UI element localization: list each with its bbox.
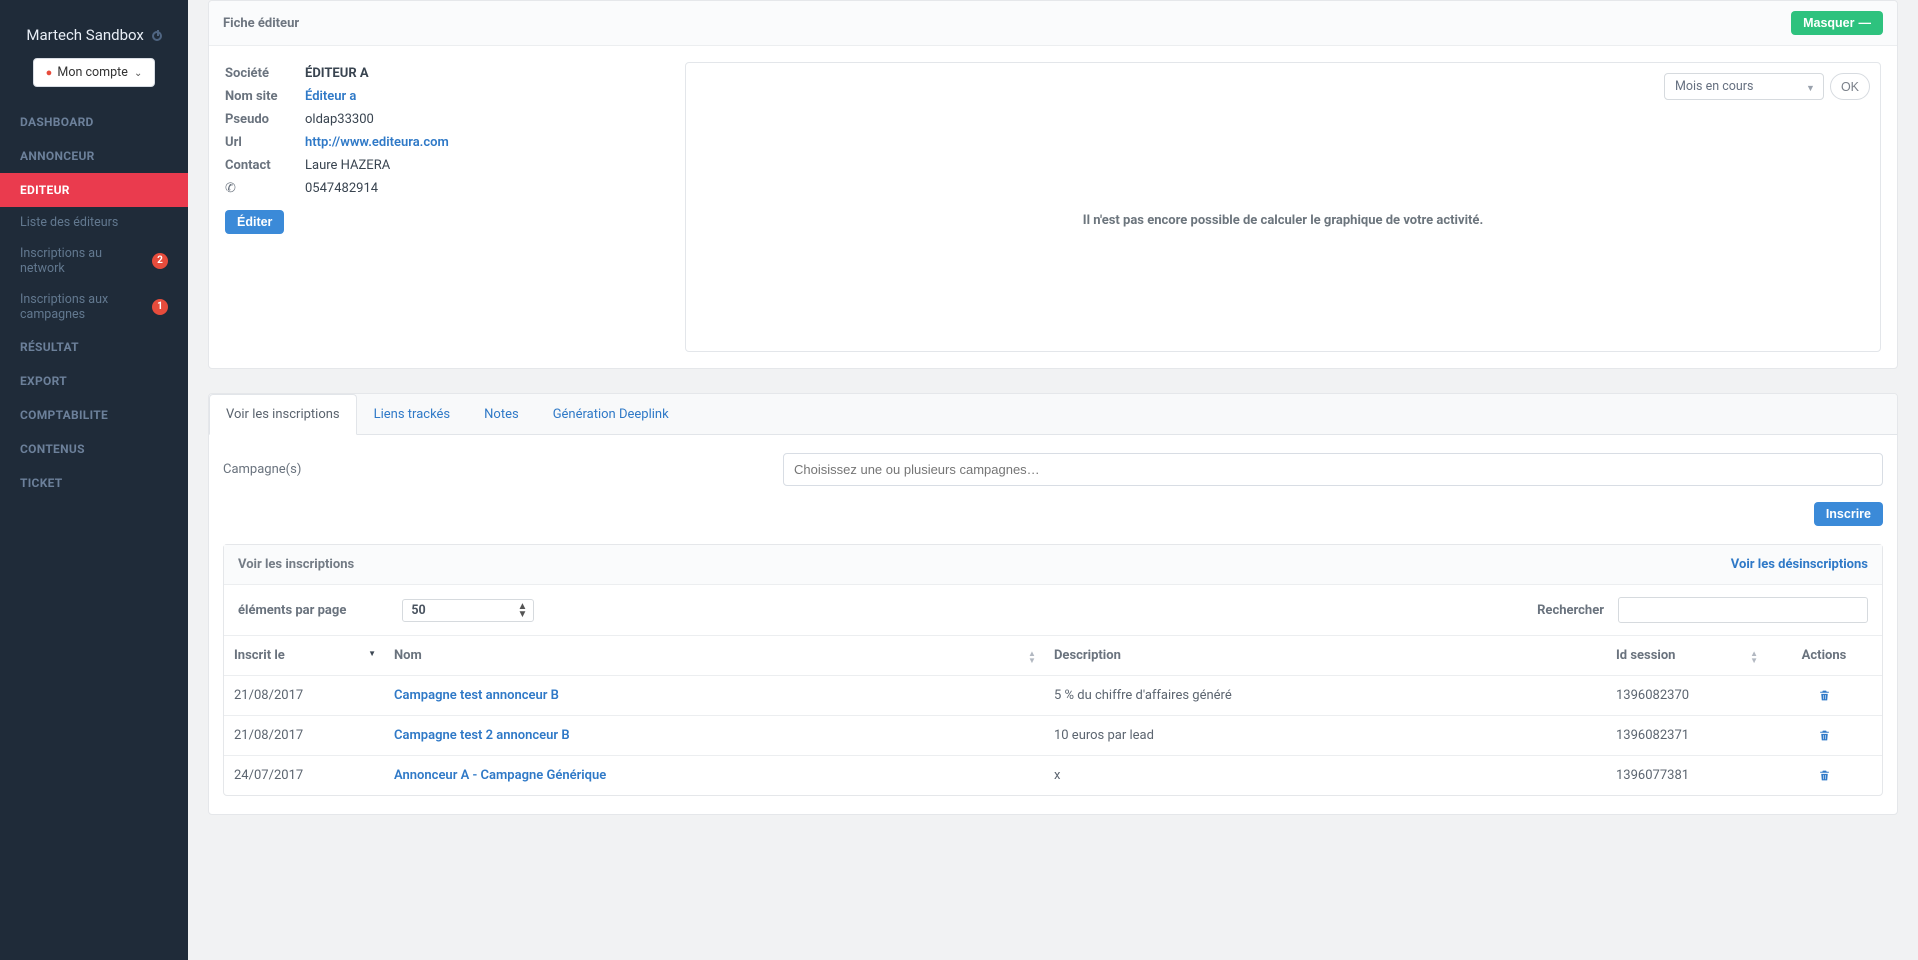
col-actions: Actions xyxy=(1766,636,1882,676)
nav-liste-editeurs[interactable]: Liste des éditeurs xyxy=(0,207,188,238)
search-label: Rechercher xyxy=(1537,603,1604,618)
row-nom-link[interactable]: Annonceur A - Campagne Générique xyxy=(394,768,606,783)
minus-icon: — xyxy=(1859,16,1872,30)
main: Fiche éditeur Masquer— SociétéÉDITEUR A … xyxy=(188,0,1918,960)
phone-icon: ✆ xyxy=(225,181,305,196)
tab-generation-deeplink[interactable]: Génération Deeplink xyxy=(536,394,686,435)
campagnes-label: Campagne(s) xyxy=(223,462,763,477)
fiche-title: Fiche éditeur xyxy=(223,16,299,31)
tab-inscriptions[interactable]: Voir les inscriptions xyxy=(209,394,357,435)
sort-icon: ▲▼ xyxy=(1750,650,1758,664)
label-pseudo: Pseudo xyxy=(225,112,305,127)
inscrire-button[interactable]: Inscrire xyxy=(1814,502,1883,526)
per-page-select[interactable]: 50 ▲▼ xyxy=(402,599,534,622)
value-nom-site: Éditeur a xyxy=(305,89,356,104)
chart-empty-message: Il n'est pas encore possible de calculer… xyxy=(696,100,1870,341)
nav-dashboard[interactable]: DASHBOARD xyxy=(0,105,188,139)
ok-button[interactable]: OK xyxy=(1830,73,1870,100)
nav-contenus[interactable]: CONTENUS xyxy=(0,432,188,466)
inscriptions-panel: Voir les inscriptions Voir les désinscri… xyxy=(223,544,1883,796)
status-dot-icon: ● xyxy=(46,66,53,79)
updown-icon: ▲▼ xyxy=(517,603,527,619)
badge: 2 xyxy=(152,253,168,269)
table-row: 21/08/2017 Campagne test 2 annonceur B 1… xyxy=(224,716,1882,756)
nav-annonceur[interactable]: ANNONCEUR xyxy=(0,139,188,173)
cell-desc: x xyxy=(1044,756,1606,796)
trash-icon[interactable] xyxy=(1818,688,1831,703)
col-inscrit-le[interactable]: Inscrit le▼ xyxy=(224,636,384,676)
desinscriptions-link[interactable]: Voir les désinscriptions xyxy=(1731,557,1868,572)
search-input[interactable] xyxy=(1618,597,1868,623)
inscriptions-table: Inscrit le▼ Nom▲▼ Description Id session… xyxy=(224,635,1882,795)
account-button[interactable]: ● Mon compte ⌄ xyxy=(33,58,156,87)
col-description[interactable]: Description xyxy=(1044,636,1606,676)
tab-liens-trackes[interactable]: Liens trackés xyxy=(357,394,468,435)
hide-button[interactable]: Masquer— xyxy=(1791,11,1883,35)
edit-button[interactable]: Éditer xyxy=(225,210,284,234)
nav-inscriptions-network[interactable]: Inscriptions au network2 xyxy=(0,238,188,284)
nav-inscriptions-campagnes[interactable]: Inscriptions aux campagnes1 xyxy=(0,284,188,330)
caret-down-icon: ▼ xyxy=(1806,83,1815,94)
cell-id: 1396082371 xyxy=(1606,716,1766,756)
value-contact: Laure HAZERA xyxy=(305,158,390,173)
value-pseudo: oldap33300 xyxy=(305,112,374,127)
power-icon[interactable] xyxy=(152,31,162,41)
account-label: Mon compte xyxy=(57,65,127,80)
brand-name: Martech Sandbox xyxy=(26,26,143,44)
inscriptions-title: Voir les inscriptions xyxy=(238,557,354,572)
badge: 1 xyxy=(152,299,168,315)
cell-date: 21/08/2017 xyxy=(224,676,384,716)
nav-comptabilite[interactable]: COMPTABILITE xyxy=(0,398,188,432)
nav-export[interactable]: EXPORT xyxy=(0,364,188,398)
row-nom-link[interactable]: Campagne test annonceur B xyxy=(394,688,559,703)
tab-notes[interactable]: Notes xyxy=(467,394,536,435)
cell-id: 1396077381 xyxy=(1606,756,1766,796)
nav-resultat[interactable]: RÉSULTAT xyxy=(0,330,188,364)
cell-date: 21/08/2017 xyxy=(224,716,384,756)
cell-desc: 10 euros par lead xyxy=(1044,716,1606,756)
activity-chart: Mois en cours ▼ OK Il n'est pas encore p… xyxy=(685,62,1881,352)
nav-ticket[interactable]: TICKET xyxy=(0,466,188,500)
nav-editeur[interactable]: EDITEUR xyxy=(0,173,188,207)
value-url: http://www.editeura.com xyxy=(305,135,449,150)
table-row: 21/08/2017 Campagne test annonceur B 5 %… xyxy=(224,676,1882,716)
cell-date: 24/07/2017 xyxy=(224,756,384,796)
campagnes-input[interactable] xyxy=(783,453,1883,486)
col-id-session[interactable]: Id session▲▼ xyxy=(1606,636,1766,676)
col-nom[interactable]: Nom▲▼ xyxy=(384,636,1044,676)
cell-desc: 5 % du chiffre d'affaires généré xyxy=(1044,676,1606,716)
brand: Martech Sandbox xyxy=(0,18,188,58)
sort-icon: ▼ xyxy=(368,650,376,657)
per-page-label: éléments par page xyxy=(238,603,346,618)
tabs-panel: Voir les inscriptions Liens trackés Note… xyxy=(208,393,1898,815)
table-row: 24/07/2017 Annonceur A - Campagne Généri… xyxy=(224,756,1882,796)
label-contact: Contact xyxy=(225,158,305,173)
fiche-details: SociétéÉDITEUR A Nom siteÉditeur a Pseud… xyxy=(225,62,645,352)
tabs: Voir les inscriptions Liens trackés Note… xyxy=(209,394,1897,435)
fiche-panel: Fiche éditeur Masquer— SociétéÉDITEUR A … xyxy=(208,0,1898,369)
row-nom-link[interactable]: Campagne test 2 annonceur B xyxy=(394,728,570,743)
label-url: Url xyxy=(225,135,305,150)
nav: DASHBOARD ANNONCEUR EDITEUR Liste des éd… xyxy=(0,105,188,500)
trash-icon[interactable] xyxy=(1818,768,1831,783)
trash-icon[interactable] xyxy=(1818,728,1831,743)
month-select[interactable]: Mois en cours ▼ xyxy=(1664,73,1824,100)
label-societe: Société xyxy=(225,66,305,81)
label-nom-site: Nom site xyxy=(225,89,305,104)
value-phone: 0547482914 xyxy=(305,181,378,196)
sidebar: Martech Sandbox ● Mon compte ⌄ DASHBOARD… xyxy=(0,0,188,960)
cell-id: 1396082370 xyxy=(1606,676,1766,716)
sort-icon: ▲▼ xyxy=(1028,650,1036,664)
value-societe: ÉDITEUR A xyxy=(305,66,369,81)
chevron-down-icon: ⌄ xyxy=(134,68,142,79)
